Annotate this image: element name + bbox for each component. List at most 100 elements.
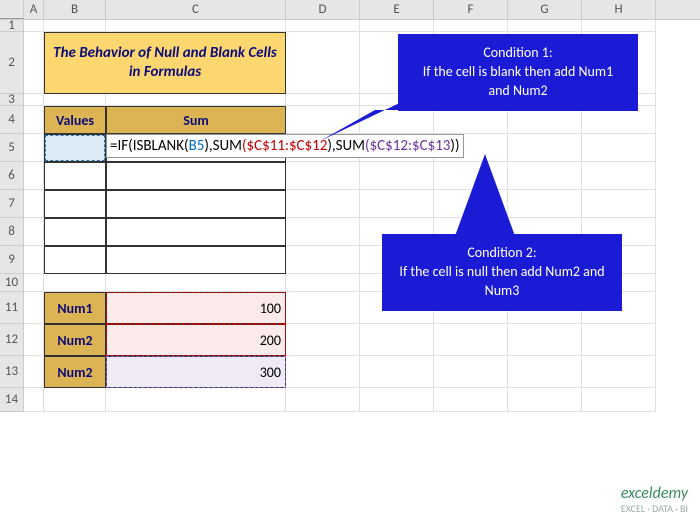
cell-B9[interactable] bbox=[44, 246, 106, 274]
col-header-C[interactable]: C bbox=[106, 0, 286, 19]
col-header-B[interactable]: B bbox=[44, 0, 106, 19]
row-header-1[interactable]: 1 bbox=[0, 20, 24, 32]
cell-A13[interactable] bbox=[24, 356, 44, 388]
cell-E14[interactable] bbox=[360, 388, 434, 412]
col-header-F[interactable]: F bbox=[434, 0, 508, 19]
cell-D10[interactable] bbox=[286, 274, 360, 292]
cell-A1[interactable] bbox=[24, 20, 44, 32]
value-num1[interactable]: 100 bbox=[106, 292, 286, 324]
cell-H12[interactable] bbox=[582, 324, 656, 356]
col-header-H[interactable]: H bbox=[582, 0, 656, 19]
cell-A4[interactable] bbox=[24, 106, 44, 134]
callout-condition-1: Condition 1: If the cell is blank then a… bbox=[398, 34, 638, 111]
value-num3[interactable]: 300 bbox=[106, 356, 286, 388]
cell-A12[interactable] bbox=[24, 324, 44, 356]
label-num2[interactable]: Num2 bbox=[44, 324, 106, 356]
cell-H13[interactable] bbox=[582, 356, 656, 388]
cell-H6[interactable] bbox=[582, 162, 656, 190]
cell-B7[interactable] bbox=[44, 190, 106, 218]
cell-H14[interactable] bbox=[582, 388, 656, 412]
cell-C9[interactable] bbox=[106, 246, 286, 274]
cell-E1[interactable] bbox=[360, 20, 434, 32]
cell-F14[interactable] bbox=[434, 388, 508, 412]
cell-E12[interactable] bbox=[360, 324, 434, 356]
cell-B10[interactable] bbox=[44, 274, 106, 292]
cell-A6[interactable] bbox=[24, 162, 44, 190]
row-header-7[interactable]: 7 bbox=[0, 190, 24, 218]
cell-B5-selected[interactable] bbox=[44, 134, 106, 162]
row-header-3[interactable]: 3 bbox=[0, 94, 24, 106]
cell-E6[interactable] bbox=[360, 162, 434, 190]
cell-A5[interactable] bbox=[24, 134, 44, 162]
cell-D1[interactable] bbox=[286, 20, 360, 32]
cell-A7[interactable] bbox=[24, 190, 44, 218]
col-header-E[interactable]: E bbox=[360, 0, 434, 19]
cell-C10[interactable] bbox=[106, 274, 286, 292]
cell-A11[interactable] bbox=[24, 292, 44, 324]
cell-D7[interactable] bbox=[286, 190, 360, 218]
cell-H1[interactable] bbox=[582, 20, 656, 32]
row-header-14[interactable]: 14 bbox=[0, 388, 24, 412]
select-all-corner[interactable] bbox=[0, 0, 24, 19]
cell-D13[interactable] bbox=[286, 356, 360, 388]
cell-G12[interactable] bbox=[508, 324, 582, 356]
cell-D8[interactable] bbox=[286, 218, 360, 246]
row-header-12[interactable]: 12 bbox=[0, 324, 24, 356]
callout-1-title: Condition 1: bbox=[412, 44, 624, 63]
cell-A14[interactable] bbox=[24, 388, 44, 412]
value-num2[interactable]: 200 bbox=[106, 324, 286, 356]
cell-C6[interactable] bbox=[106, 162, 286, 190]
row-header-13[interactable]: 13 bbox=[0, 356, 24, 388]
cell-A3[interactable] bbox=[24, 94, 44, 106]
cell-B3[interactable] bbox=[44, 94, 106, 106]
row-header-8[interactable]: 8 bbox=[0, 218, 24, 246]
cell-D9[interactable] bbox=[286, 246, 360, 274]
cell-G13[interactable] bbox=[508, 356, 582, 388]
cell-D2[interactable] bbox=[286, 32, 360, 94]
label-num1[interactable]: Num1 bbox=[44, 292, 106, 324]
header-sum[interactable]: Sum bbox=[106, 106, 286, 134]
cell-D14[interactable] bbox=[286, 388, 360, 412]
row-header-4[interactable]: 4 bbox=[0, 106, 24, 134]
cell-A2[interactable] bbox=[24, 32, 44, 94]
cell-B14[interactable] bbox=[44, 388, 106, 412]
row-header-5[interactable]: 5 bbox=[0, 134, 24, 162]
cell-E7[interactable] bbox=[360, 190, 434, 218]
cell-C14[interactable] bbox=[106, 388, 286, 412]
cell-D12[interactable] bbox=[286, 324, 360, 356]
cell-H7[interactable] bbox=[582, 190, 656, 218]
cell-B1[interactable] bbox=[44, 20, 106, 32]
cell-F13[interactable] bbox=[434, 356, 508, 388]
cell-B6[interactable] bbox=[44, 162, 106, 190]
cell-E13[interactable] bbox=[360, 356, 434, 388]
cell-C8[interactable] bbox=[106, 218, 286, 246]
cell-H5[interactable] bbox=[582, 134, 656, 162]
title-cell[interactable]: The Behavior of Null and Blank Cells in … bbox=[44, 32, 286, 94]
cell-C7[interactable] bbox=[106, 190, 286, 218]
watermark-brand: exceldemy bbox=[621, 485, 688, 503]
cell-F12[interactable] bbox=[434, 324, 508, 356]
cell-D6[interactable] bbox=[286, 162, 360, 190]
label-num3[interactable]: Num2 bbox=[44, 356, 106, 388]
cell-G14[interactable] bbox=[508, 388, 582, 412]
cell-G1[interactable] bbox=[508, 20, 582, 32]
cell-C1[interactable] bbox=[106, 20, 286, 32]
callout-2-title: Condition 2: bbox=[396, 244, 608, 263]
row-header-9[interactable]: 9 bbox=[0, 246, 24, 274]
cell-A8[interactable] bbox=[24, 218, 44, 246]
cell-B8[interactable] bbox=[44, 218, 106, 246]
header-values[interactable]: Values bbox=[44, 106, 106, 134]
col-header-D[interactable]: D bbox=[286, 0, 360, 19]
col-header-G[interactable]: G bbox=[508, 0, 582, 19]
row-header-10[interactable]: 10 bbox=[0, 274, 24, 292]
col-header-A[interactable]: A bbox=[24, 0, 44, 19]
row-header-2[interactable]: 2 bbox=[0, 32, 24, 94]
row-header-11[interactable]: 11 bbox=[0, 292, 24, 324]
row-header-6[interactable]: 6 bbox=[0, 162, 24, 190]
cell-D11[interactable] bbox=[286, 292, 360, 324]
cell-C3[interactable] bbox=[106, 94, 286, 106]
cell-A10[interactable] bbox=[24, 274, 44, 292]
cell-F1[interactable] bbox=[434, 20, 508, 32]
callout-2-body: If the cell is null then add Num2 and Nu… bbox=[396, 263, 608, 301]
cell-A9[interactable] bbox=[24, 246, 44, 274]
